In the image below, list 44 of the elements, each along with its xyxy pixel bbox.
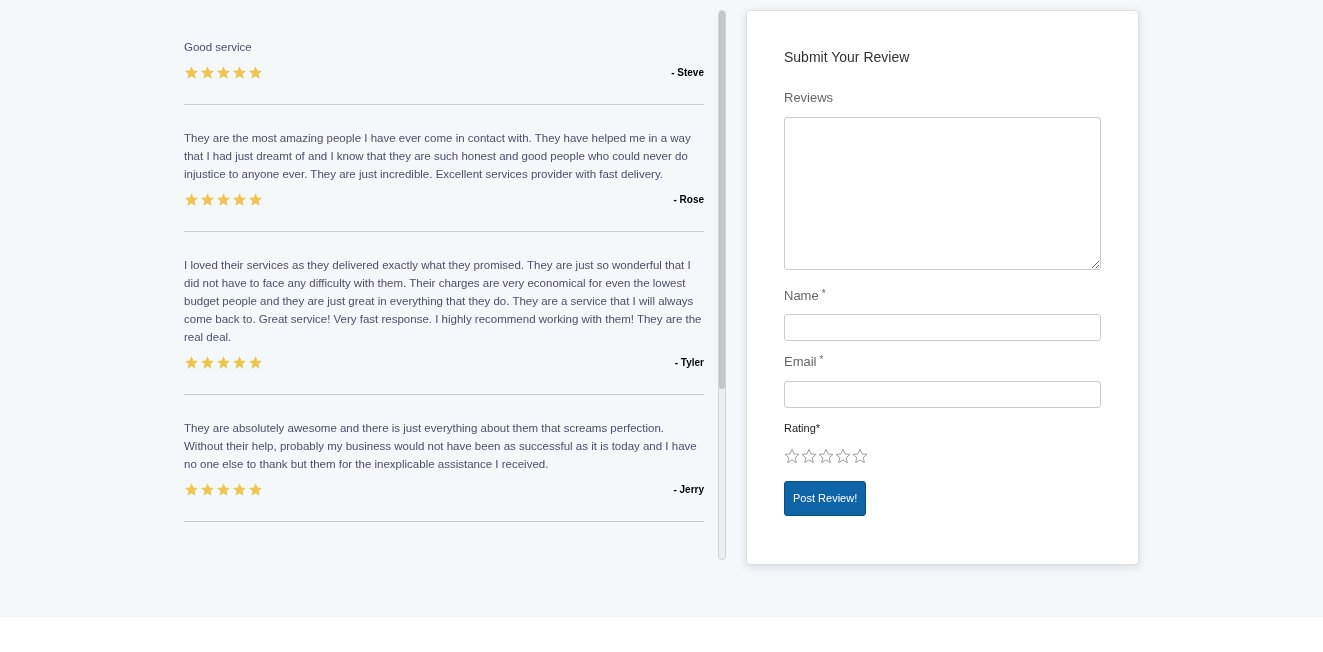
review-text: They are absolutely awesome and there is just everything about them that screams perfection. Without their help, probably my business would not have been as successful as it is today and I have no one else to thank but them for the inexplicable assistance I received. [184,421,698,472]
rating-label: Rating* [784,420,822,436]
filled-star-icon [216,65,231,80]
filled-star-icon [248,65,263,80]
filled-star-icon [200,355,215,370]
filled-star-icon [248,192,263,207]
filled-star-icon [232,355,247,370]
filled-star-icon [216,482,231,497]
filled-star-icon [200,482,215,497]
review-text: I loved their services as they delivered exactly what they promised. They are just so wonderful that I did not have to face any difficulty with them. Their charges are very economical for even the lowest budget people and they are just great in everything that they do. They are a service that I will always come back to. Great service! Very fast response. I highly recommend working with them! They are the real deal. [184,258,703,345]
field-label: Email [784,353,817,371]
post-review-button[interactable]: Post Review! [784,481,867,516]
filled-star-icon [232,482,247,497]
review-text: They are the most amazing people I have ever come in contact with. They have helped me in a way that I had just dreamt of and I know that they are such honest and good people who could never do injustice to anyone ever. They are just incredible. Excellent services provider with fast delivery. [184,131,692,182]
empty-star-icon[interactable] [835,448,851,464]
review-author: - Steve [671,66,704,80]
filled-star-icon [248,482,263,497]
form-title: Submit Your Review [784,48,911,67]
required-mark: * [821,286,826,301]
review-author: - Tyler [674,356,704,370]
filled-star-icon [216,192,231,207]
filled-star-icon [184,355,199,370]
empty-star-icon[interactable] [818,448,834,464]
empty-star-icon[interactable] [852,448,868,464]
field-label: Name [784,286,819,305]
filled-star-icon [200,65,215,80]
filled-star-icon [232,192,247,207]
field-label: Reviews [784,89,835,107]
filled-star-icon [184,192,199,207]
review-author: - Rose [673,193,704,207]
empty-star-icon[interactable] [801,448,817,464]
empty-star-icon[interactable] [784,448,800,464]
required-mark: * [819,353,824,367]
scrollbar-thumb[interactable] [719,11,725,389]
review-text: Good service [184,40,253,55]
review-author: - Jerry [673,483,704,497]
name-input[interactable] [784,314,1101,341]
filled-star-icon [200,192,215,207]
filled-star-icon [248,355,263,370]
filled-star-icon [232,65,247,80]
email-input[interactable] [784,380,1101,408]
filled-star-icon [216,355,231,370]
filled-star-icon [184,482,199,497]
filled-star-icon [184,65,199,80]
